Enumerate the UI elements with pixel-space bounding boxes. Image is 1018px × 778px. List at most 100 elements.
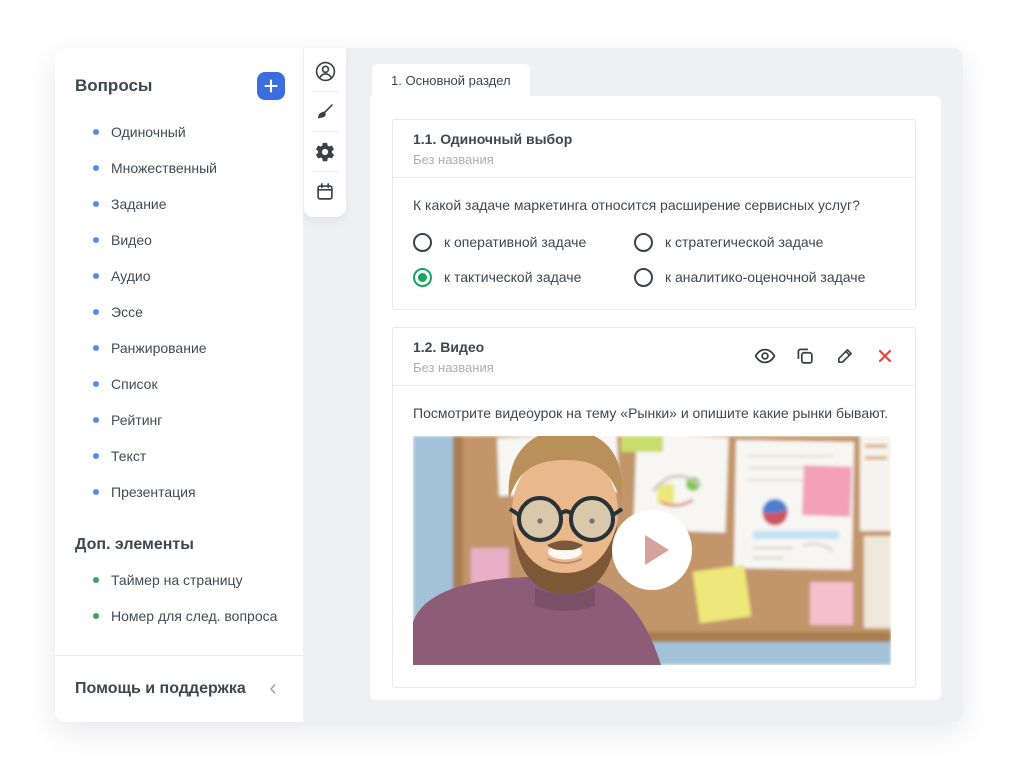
card-body: К какой задаче маркетинга относится расш… <box>393 177 915 309</box>
card-body: Посмотрите видеоурок на тему «Рынки» и о… <box>393 385 915 687</box>
tab-main-section[interactable]: 1. Основной раздел <box>372 64 530 96</box>
sidebar-item-label: Номер для след. вопроса <box>111 608 277 624</box>
user-icon <box>314 60 337 83</box>
design-button[interactable] <box>304 92 346 131</box>
sidebar: Вопросы Одиночный Множественный Задание Вид… <box>55 48 303 722</box>
delete-icon <box>875 346 895 366</box>
collapse-sidebar-button[interactable] <box>265 681 281 697</box>
card-title: 1.1. Одиночный выбор <box>413 130 572 149</box>
plus-icon <box>263 78 279 94</box>
bullet-icon <box>93 453 99 459</box>
radio-option-0[interactable]: к оперативной задаче <box>413 233 634 252</box>
sidebar-item-label: Аудио <box>111 268 151 284</box>
add-question-button[interactable] <box>257 72 285 100</box>
help-label: Помощь и поддержка <box>75 680 246 698</box>
extra-elements-list: Таймер на страницу Номер для след. вопрос… <box>55 562 303 634</box>
video-description: Посмотрите видеоурок на тему «Рынки» и о… <box>413 405 895 421</box>
icon-toolbar <box>303 48 346 217</box>
section-content: 1.1. Одиночный выбор Без названия К како… <box>370 96 941 700</box>
sidebar-item-label: Видео <box>111 232 152 248</box>
eye-icon <box>753 344 777 368</box>
settings-icon <box>314 141 336 163</box>
question-card-video: 1.2. Видео Без названия <box>392 327 916 688</box>
bullet-icon <box>93 381 99 387</box>
bullet-icon <box>93 345 99 351</box>
sidebar-item-label: Ранжирование <box>111 340 207 356</box>
bullet-icon <box>93 129 99 135</box>
sidebar-question-type-2[interactable]: Задание <box>55 186 303 222</box>
settings-button[interactable] <box>304 132 346 171</box>
sidebar-item-label: Множественный <box>111 160 217 176</box>
sidebar-question-type-10[interactable]: Презентация <box>55 474 303 510</box>
bullet-icon <box>93 613 99 619</box>
app-panel: Вопросы Одиночный Множественный Задание Вид… <box>55 48 963 722</box>
sidebar-question-type-5[interactable]: Эссе <box>55 294 303 330</box>
card-header: 1.2. Видео Без названия <box>393 328 915 385</box>
edit-button[interactable] <box>833 344 857 368</box>
sidebar-title: Вопросы <box>75 76 152 96</box>
extras-title: Доп. элементы <box>75 536 303 554</box>
bullet-icon <box>93 201 99 207</box>
sidebar-question-type-3[interactable]: Видео <box>55 222 303 258</box>
play-icon <box>645 535 669 565</box>
question-type-list: Одиночный Множественный Задание Видео Аудио Э… <box>55 114 303 510</box>
pencil-icon <box>834 345 856 367</box>
sidebar-question-type-7[interactable]: Список <box>55 366 303 402</box>
bullet-icon <box>93 417 99 423</box>
bullet-icon <box>93 165 99 171</box>
radio-option-2[interactable]: к тактической задаче <box>413 268 634 287</box>
bullet-icon <box>93 309 99 315</box>
sidebar-header: Вопросы <box>55 48 303 100</box>
video-thumbnail <box>413 436 891 665</box>
card-actions <box>753 344 897 368</box>
question-card-single-choice: 1.1. Одиночный выбор Без названия К како… <box>392 119 916 310</box>
option-label: к оперативной задаче <box>444 234 586 250</box>
radio-icon <box>413 233 432 252</box>
sidebar-item-label: Таймер на страницу <box>111 572 243 588</box>
radio-icon <box>634 268 653 287</box>
bullet-icon <box>93 237 99 243</box>
sidebar-footer: Помощь и поддержка <box>55 655 303 722</box>
card-subtitle: Без названия <box>413 152 572 167</box>
question-text: К какой задаче маркетинга относится расш… <box>413 197 895 213</box>
option-label: к стратегической задаче <box>665 234 823 250</box>
sidebar-item-label: Эссе <box>111 304 143 320</box>
sidebar-question-type-0[interactable]: Одиночный <box>55 114 303 150</box>
radio-option-3[interactable]: к аналитико-оценочной задаче <box>634 268 895 287</box>
sidebar-question-type-6[interactable]: Ранжирование <box>55 330 303 366</box>
card-title: 1.2. Видео <box>413 338 494 357</box>
radio-selected-icon <box>413 268 432 287</box>
preview-button[interactable] <box>753 344 777 368</box>
card-header: 1.1. Одиночный выбор Без названия <box>393 120 915 177</box>
bullet-icon <box>93 273 99 279</box>
sidebar-question-type-9[interactable]: Текст <box>55 438 303 474</box>
sidebar-item-label: Рейтинг <box>111 412 162 428</box>
tab-label: 1. Основной раздел <box>391 73 511 88</box>
card-subtitle: Без названия <box>413 360 494 375</box>
sidebar-question-type-4[interactable]: Аудио <box>55 258 303 294</box>
schedule-button[interactable] <box>304 172 346 211</box>
play-button[interactable] <box>612 510 692 590</box>
sidebar-item-label: Одиночный <box>111 124 186 140</box>
bullet-icon <box>93 577 99 583</box>
sidebar-extra-element-0[interactable]: Таймер на страницу <box>55 562 303 598</box>
calendar-icon <box>314 181 336 203</box>
sidebar-item-label: Список <box>111 376 158 392</box>
radio-icon <box>634 233 653 252</box>
sidebar-question-type-8[interactable]: Рейтинг <box>55 402 303 438</box>
user-button[interactable] <box>304 52 346 91</box>
sidebar-item-label: Презентация <box>111 484 196 500</box>
duplicate-button[interactable] <box>793 344 817 368</box>
sidebar-item-label: Текст <box>111 448 146 464</box>
sidebar-extra-element-1[interactable]: Номер для след. вопроса <box>55 598 303 634</box>
sidebar-item-label: Задание <box>111 196 167 212</box>
chevron-left-icon <box>265 681 281 697</box>
brush-icon <box>314 101 336 123</box>
sidebar-question-type-1[interactable]: Множественный <box>55 150 303 186</box>
delete-button[interactable] <box>873 344 897 368</box>
radio-option-1[interactable]: к стратегической задаче <box>634 233 895 252</box>
options-grid: к оперативной задаче к стратегической зад… <box>413 233 895 287</box>
option-label: к аналитико-оценочной задаче <box>665 269 865 285</box>
copy-icon <box>794 345 816 367</box>
option-label: к тактической задаче <box>444 269 581 285</box>
